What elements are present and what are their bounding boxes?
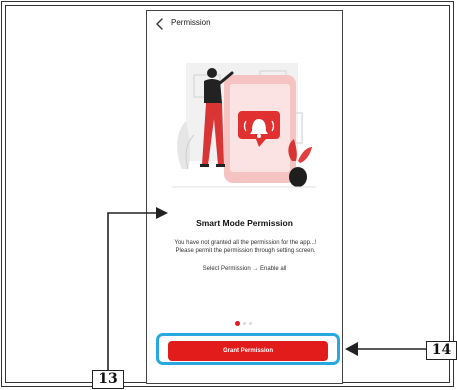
callout-lines bbox=[107, 207, 426, 370]
callout-label-14: 14 bbox=[426, 341, 457, 360]
callout-label-13: 13 bbox=[92, 370, 124, 389]
